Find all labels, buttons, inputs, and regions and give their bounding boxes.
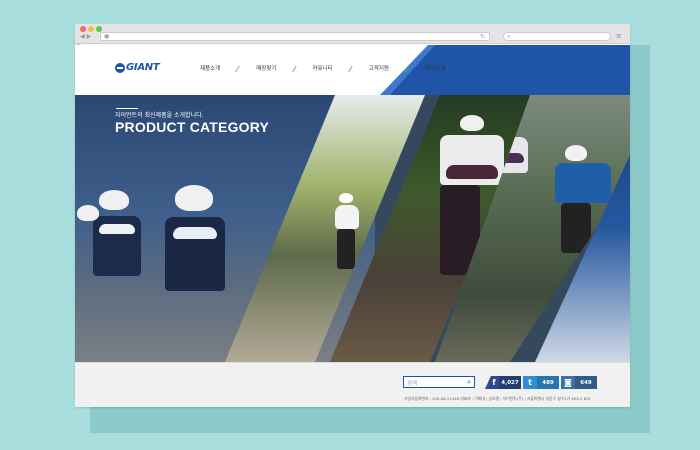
- site-search-placeholder: 검색: [407, 381, 418, 387]
- nav-item-stores[interactable]: 매장찾기: [256, 64, 276, 72]
- back-forward-icon[interactable]: ◀▶: [80, 33, 93, 40]
- instagram-button[interactable]: ◙ 649: [561, 376, 597, 389]
- page-icon: ●: [104, 33, 110, 40]
- twitter-count: 489: [537, 376, 559, 389]
- nav-item-products[interactable]: 제품소개: [200, 64, 220, 72]
- reload-icon[interactable]: ↻: [480, 33, 485, 41]
- facebook-button[interactable]: f 4,027: [485, 376, 521, 389]
- nav-item-company[interactable]: 회사소개: [425, 64, 445, 72]
- browser-menu-icon[interactable]: ≡: [616, 32, 625, 41]
- category-title: PRODUCT CATEGORY: [115, 119, 270, 135]
- instagram-icon: ◙: [564, 378, 572, 387]
- search-icon[interactable]: ⌕: [467, 377, 471, 388]
- nav-separator: [234, 66, 242, 71]
- browser-search-field[interactable]: ⌕: [503, 32, 611, 41]
- browser-window: ◀▶ ● ↻ ⌕ ≡ 즐겨 GIANT 제품소개 매장찾기 커뮤니티 고객지원 …: [75, 24, 630, 407]
- logo-text: GIANT: [126, 62, 160, 73]
- giant-logo[interactable]: GIANT: [115, 62, 160, 73]
- site-search-input[interactable]: 검색 ⌕: [403, 376, 475, 388]
- minimize-window-button[interactable]: [88, 26, 94, 32]
- category-kicker-line: [116, 108, 138, 109]
- nav-item-support[interactable]: 고객지원: [369, 64, 389, 72]
- nav-separator: [347, 66, 355, 71]
- main-nav: 제품소개 매장찾기 커뮤니티 고객지원 회사소개: [200, 64, 445, 72]
- browser-chrome: ◀▶ ● ↻ ⌕ ≡: [75, 24, 630, 44]
- giant-logo-mark-icon: [115, 62, 125, 73]
- category-kicker: 자이언트의 최신제품을 소개합니다.: [115, 112, 204, 119]
- facebook-count: 4,027: [499, 376, 521, 389]
- company-info: 사업자등록번호 : 206-86-21048 대표자 : 이화대 | 상호명 :…: [404, 396, 591, 401]
- close-window-button[interactable]: [80, 26, 86, 32]
- nav-separator: [291, 66, 299, 71]
- instagram-count: 649: [575, 376, 597, 389]
- hero-banner: [75, 95, 630, 362]
- twitter-icon: t: [528, 378, 532, 387]
- twitter-button[interactable]: t 489: [523, 376, 559, 389]
- search-icon: ⌕: [507, 33, 511, 40]
- address-bar[interactable]: ● ↻: [100, 32, 490, 41]
- nav-separator: [403, 66, 411, 71]
- nav-item-community[interactable]: 커뮤니티: [313, 64, 333, 72]
